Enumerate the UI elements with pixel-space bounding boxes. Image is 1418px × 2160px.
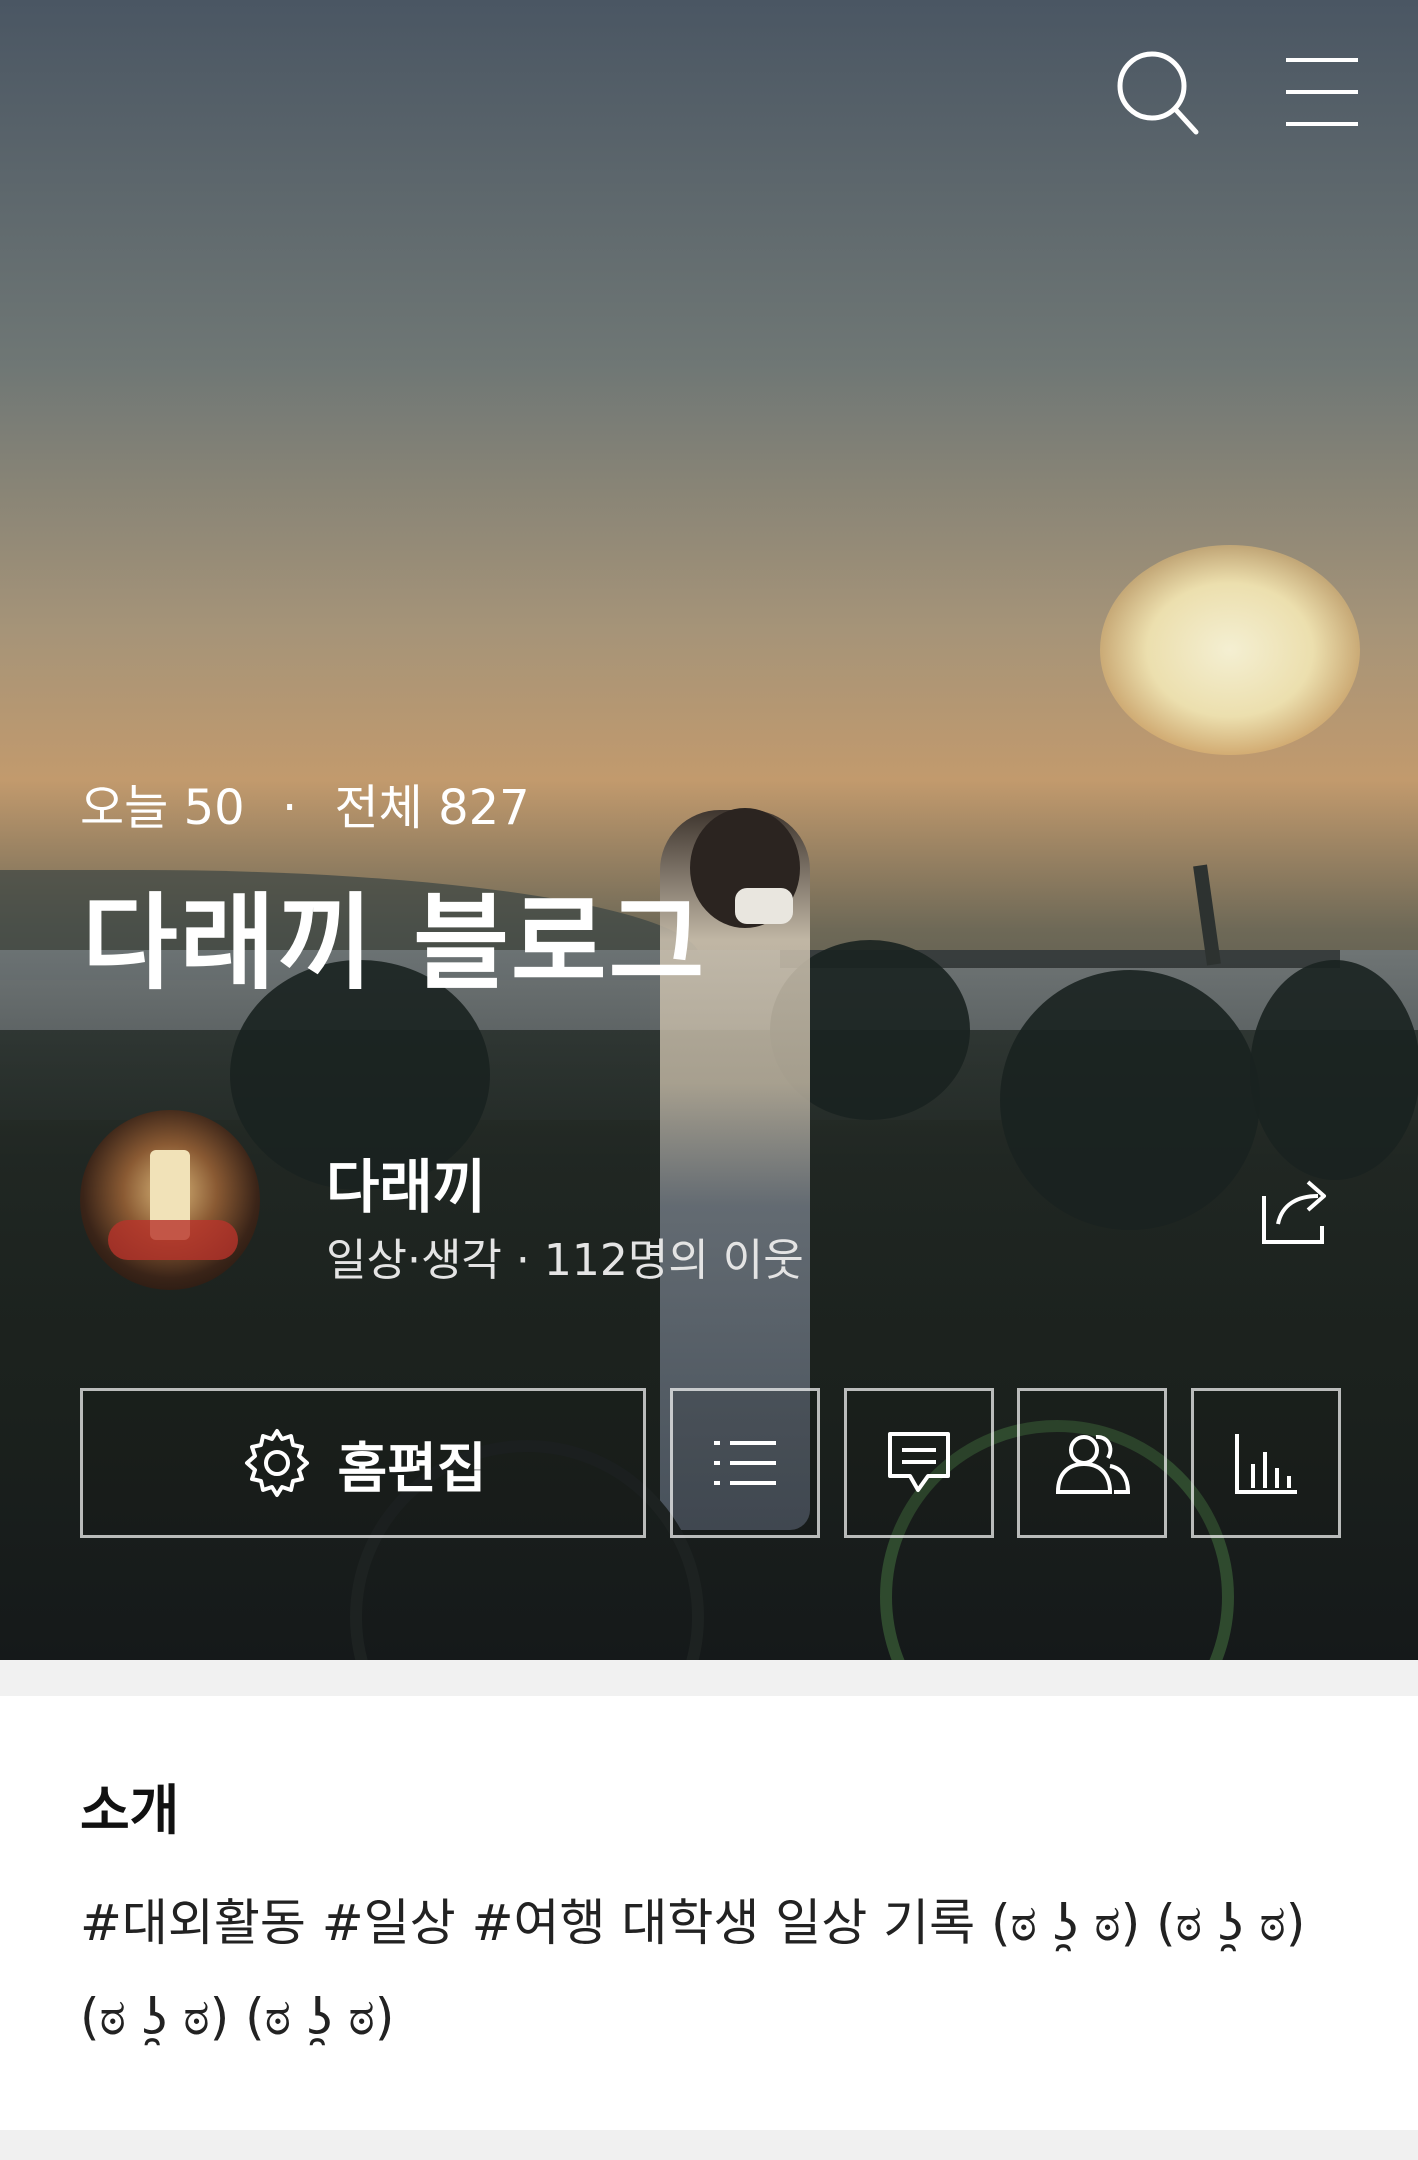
cover-photo-tree xyxy=(1250,960,1418,1180)
visitor-stats: 오늘 50 · 전체 827 xyxy=(80,768,530,838)
post-list-button[interactable] xyxy=(670,1388,820,1538)
blog-title: 다래끼 블로그 xyxy=(82,882,707,1004)
cover-photo-tree xyxy=(1000,970,1260,1230)
search-icon xyxy=(1117,51,1199,135)
menu-button[interactable] xyxy=(1282,48,1362,142)
total-label: 전체 xyxy=(334,780,423,836)
edit-home-button[interactable]: 홈편집 xyxy=(80,1388,646,1538)
neighbors-icon xyxy=(1055,1434,1131,1494)
profile-info[interactable]: 일상·생각 · 112명의 이웃 xyxy=(326,1224,804,1288)
avatar-photo-decor xyxy=(108,1220,238,1260)
stats-separator: · xyxy=(281,780,298,836)
cover-photo-mask xyxy=(735,888,793,924)
neighbors-button[interactable] xyxy=(1017,1388,1167,1538)
cover-photo-sun xyxy=(1100,545,1360,755)
intro-title: 소개 xyxy=(80,1779,180,1842)
total-count: 827 xyxy=(438,780,530,836)
settings-gear-icon xyxy=(245,1429,310,1497)
search-button[interactable] xyxy=(1114,48,1204,142)
intro-section: 소개 #대외활동 #일상 #여행 대학생 일상 기록 (ಠ ʖ̯ ಠ) (ಠ ʖ… xyxy=(0,1696,1418,2130)
section-divider xyxy=(0,1660,1418,1696)
page-bottom xyxy=(0,2130,1418,2160)
today-count: 50 xyxy=(183,780,245,836)
share-icon xyxy=(1262,1180,1326,1244)
edit-home-label: 홈편집 xyxy=(337,1436,487,1500)
list-icon xyxy=(714,1441,776,1485)
comment-icon xyxy=(888,1432,950,1492)
blog-cover-header: 오늘 50 · 전체 827 다래끼 블로그 다래끼 일상·생각 · 112명의… xyxy=(0,0,1418,1660)
stats-button[interactable] xyxy=(1191,1388,1341,1538)
hamburger-menu-icon xyxy=(1286,58,1358,126)
share-button[interactable] xyxy=(1258,1170,1338,1254)
avatar[interactable] xyxy=(80,1110,260,1290)
profile-nickname[interactable]: 다래끼 xyxy=(326,1140,486,1224)
stats-chart-icon xyxy=(1235,1434,1297,1494)
intro-text: #대외활동 #일상 #여행 대학생 일상 기록 (ಠ ʖ̯ ಠ) (ಠ ʖ̯ ಠ… xyxy=(80,1894,1306,2046)
guestbook-button[interactable] xyxy=(844,1388,994,1538)
today-label: 오늘 xyxy=(80,780,169,836)
